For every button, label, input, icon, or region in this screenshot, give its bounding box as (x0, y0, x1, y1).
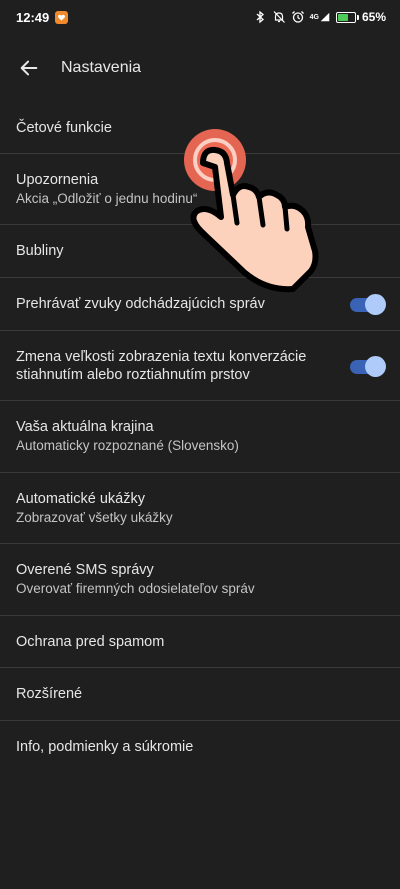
settings-item-texts: Upozornenia Akcia „Odložiť o jednu hodin… (16, 171, 384, 208)
status-bar: 12:49 4G 65% (0, 0, 400, 34)
page-title: Nastavenia (61, 59, 142, 76)
back-button[interactable] (1, 44, 57, 92)
settings-item-subtitle: Zobrazovať všetky ukážky (16, 509, 173, 525)
mute-icon (272, 10, 286, 24)
toggle-thumb (365, 355, 386, 377)
settings-item-advanced[interactable]: Rozšírené (0, 668, 400, 721)
signal-icon: 4G (310, 11, 331, 23)
toggle-thumb (365, 294, 386, 315)
status-time: 12:49 (16, 9, 50, 25)
settings-item-texts: Ochrana pred spamom (16, 633, 384, 651)
settings-item-bubbles[interactable]: Bubliny (0, 225, 400, 278)
settings-item-title: Bubliny (16, 243, 64, 259)
settings-list: Četové funkcie Upozornenia Akcia „Odloži… (0, 102, 400, 773)
settings-item-verified-sms[interactable]: Overené SMS správy Overovať firemných od… (0, 544, 400, 616)
settings-item-outgoing-sounds[interactable]: Prehrávať zvuky odchádzajúcich správ (0, 278, 400, 331)
battery-level-fill (337, 13, 349, 21)
settings-item-previews[interactable]: Automatické ukážky Zobrazovať všetky uká… (0, 473, 400, 544)
settings-item-title: Upozornenia (16, 171, 99, 188)
battery-tip (356, 14, 359, 20)
settings-item-texts: Rozšírené (16, 685, 384, 703)
settings-item-subtitle: Akcia „Odložiť o jednu hodinu“ (16, 190, 198, 206)
settings-item-chat-features[interactable]: Četové funkcie (0, 102, 400, 154)
settings-item-country[interactable]: Vaša aktuálna krajina Automaticky rozpoz… (0, 401, 400, 473)
settings-item-texts: Prehrávať zvuky odchádzajúcich správ (16, 295, 340, 313)
settings-screen: 12:49 4G 65% Nastavenia Četové funkcie U… (0, 0, 400, 889)
battery-body (335, 11, 356, 23)
battery-icon: 65% (335, 10, 386, 24)
settings-item-title: Rozšírené (16, 686, 83, 702)
arrow-back-icon (20, 60, 38, 76)
settings-item-title: Overené SMS správy (16, 562, 154, 578)
settings-item-texts: Automatické ukážky Zobrazovať všetky uká… (16, 490, 384, 527)
settings-item-texts: Info, podmienky a súkromie (16, 738, 384, 756)
bluetooth-icon (253, 10, 267, 24)
settings-item-pinch-zoom[interactable]: Zmena veľkosti zobrazenia textu konverzá… (0, 331, 400, 401)
settings-item-subtitle: Overovať firemných odosielateľov správ (16, 581, 255, 596)
settings-item-title: Automatické ukážky (16, 490, 145, 507)
top-app-bar: Nastavenia (0, 34, 400, 102)
settings-item-title: Prehrávať zvuky odchádzajúcich správ (16, 296, 265, 312)
settings-item-about[interactable]: Info, podmienky a súkromie (0, 721, 400, 773)
settings-item-texts: Bubliny (16, 242, 384, 260)
settings-item-title: Zmena veľkosti zobrazenia textu konverzá… (16, 348, 307, 383)
settings-item-title: Info, podmienky a súkromie (16, 739, 194, 755)
settings-item-texts: Vaša aktuálna krajina Automaticky rozpoz… (16, 418, 384, 455)
app-notification-icon (55, 10, 69, 24)
settings-item-texts: Zmena veľkosti zobrazenia textu konverzá… (16, 348, 340, 384)
battery-percent: 65% (361, 10, 386, 24)
alarm-icon (291, 10, 305, 24)
settings-item-notifications[interactable]: Upozornenia Akcia „Odložiť o jednu hodin… (0, 154, 400, 225)
settings-item-subtitle: Automaticky rozpoznané (Slovensko) (16, 438, 239, 453)
settings-item-texts: Overené SMS správy Overovať firemných od… (16, 561, 384, 598)
settings-item-title: Četové funkcie (16, 119, 112, 136)
outgoing-sounds-toggle[interactable] (350, 294, 386, 315)
network-type-label: 4G (309, 13, 319, 21)
settings-item-texts: Četové funkcie (16, 119, 384, 137)
settings-item-spam-protection[interactable]: Ochrana pred spamom (0, 616, 400, 668)
settings-item-title: Vaša aktuálna krajina (16, 419, 154, 435)
settings-item-title: Ochrana pred spamom (16, 633, 165, 650)
pinch-zoom-toggle[interactable] (350, 355, 386, 377)
